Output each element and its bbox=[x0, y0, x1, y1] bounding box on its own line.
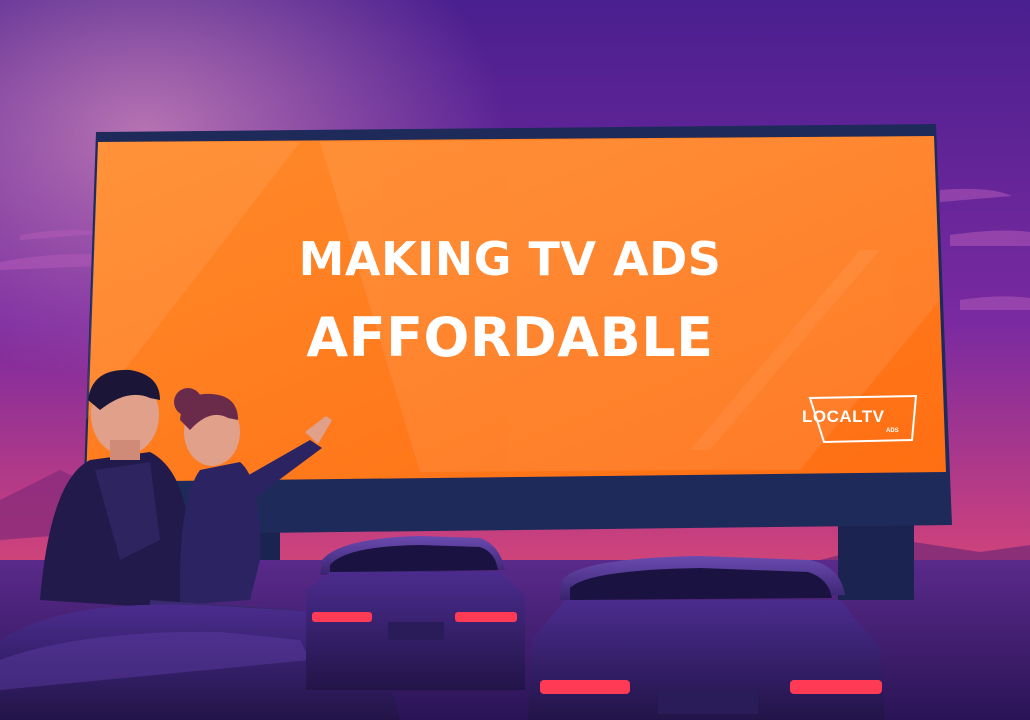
localtv-logo: LOCALTV ADS bbox=[800, 393, 924, 445]
screen-post bbox=[838, 520, 914, 600]
car-middle bbox=[306, 536, 525, 690]
headline-line-1: MAKING TV ADS bbox=[298, 232, 722, 286]
drive-in-scene: MAKING TV ADS AFFORDABLE LOCALTV ADS bbox=[0, 0, 1030, 720]
logo-wordmark: LOCALTV bbox=[802, 407, 885, 426]
car-right bbox=[528, 556, 885, 720]
headline-line-2: AFFORDABLE bbox=[306, 306, 714, 369]
logo-subtext: ADS bbox=[886, 428, 899, 434]
